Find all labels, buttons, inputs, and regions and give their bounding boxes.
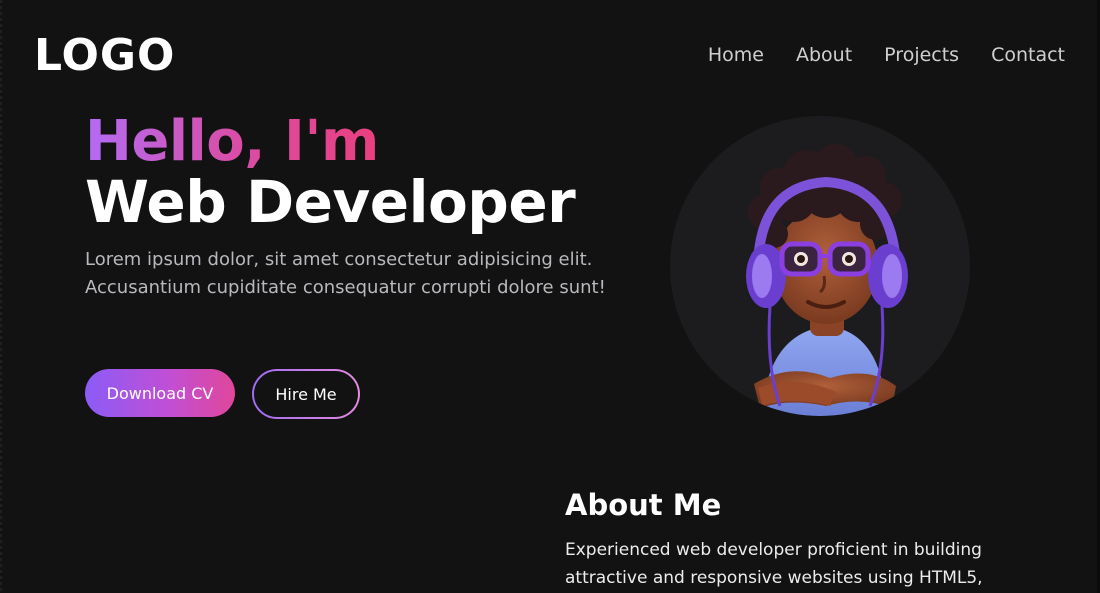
about-heading: About Me — [565, 488, 722, 522]
nav-about[interactable]: About — [796, 44, 852, 66]
hero-section: Hello, I'm Web Developer Lorem ipsum dol… — [85, 109, 645, 419]
hire-me-button[interactable]: Hire Me — [254, 371, 358, 417]
site-header: LOGO Home About Projects Contact — [0, 0, 1100, 110]
nav-projects[interactable]: Projects — [884, 44, 959, 66]
nav-contact[interactable]: Contact — [991, 44, 1065, 66]
download-cv-button[interactable]: Download CV — [85, 369, 235, 417]
portrait-avatar — [670, 116, 970, 416]
hero-title: Web Developer — [85, 168, 576, 236]
avatar-illustration-icon — [746, 144, 908, 416]
hero-description: Lorem ipsum dolor, sit amet consectetur … — [85, 249, 606, 298]
hero-actions: Download CV Hire Me — [85, 369, 360, 419]
nav-home[interactable]: Home — [708, 44, 764, 66]
main-nav: Home About Projects Contact — [708, 44, 1065, 66]
hire-me-button-border[interactable]: Hire Me — [252, 369, 360, 419]
hero-greeting: Hello, I'm — [85, 109, 379, 174]
about-section: About Me Experienced web developer profi… — [565, 488, 1025, 592]
logo[interactable]: LOGO — [34, 30, 175, 81]
about-text: Experienced web developer proficient in … — [565, 540, 983, 588]
